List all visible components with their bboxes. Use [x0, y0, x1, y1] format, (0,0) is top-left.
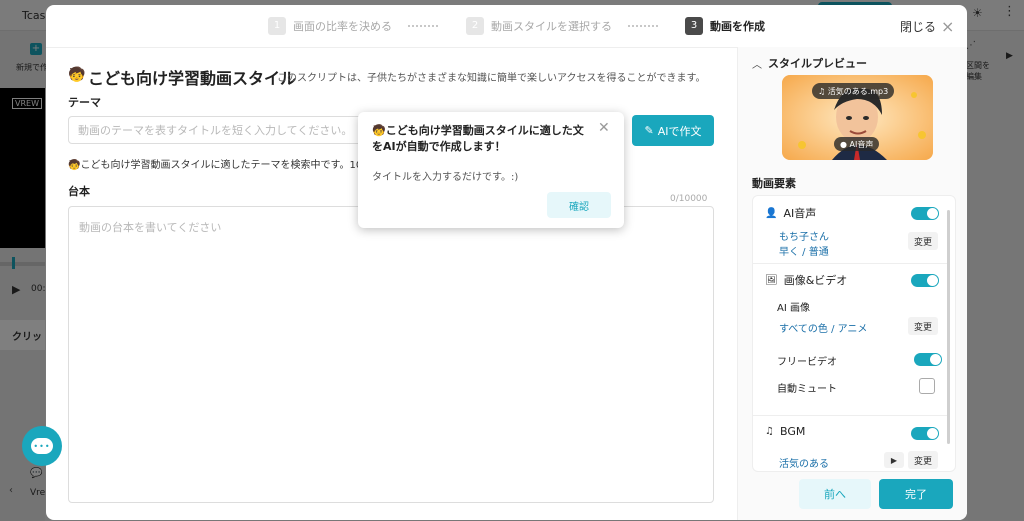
script-label: 台本 — [68, 185, 90, 198]
preview-ai-voice-badge: ● AI音声 — [834, 137, 880, 151]
preview-mp3-label: 活気のある.mp3 — [827, 86, 889, 96]
step-2-label: 動画スタイルを選択する — [491, 20, 612, 33]
style-preview-image[interactable]: ♫ 活気のある.mp3 ● AI音声 — [782, 75, 933, 160]
step-1-number: 1 — [268, 17, 286, 35]
ai-write-popup: 🧒こども向け学習動画スタイルに適した文をAIが自動で作成します！ ✕ タイトルを… — [358, 112, 624, 228]
child-emoji-icon: 🧒 — [68, 67, 86, 83]
chevron-up-icon: ︿ — [752, 59, 762, 71]
modal-header: 1 画面の比率を決める 2 動画スタイルを選択する 3 動画を作成 閉じる × — [46, 5, 967, 48]
script-char-counter: 0/10000 — [670, 194, 708, 204]
style-preview-toggle[interactable]: ︿ スタイルプレビュー — [752, 55, 867, 71]
image-change-button[interactable]: 変更 — [908, 317, 938, 335]
step-1-label: 画面の比率を決める — [293, 20, 392, 33]
bgm-toggle[interactable] — [911, 427, 939, 440]
media-label: 画像&ビデオ — [783, 274, 848, 287]
divider — [753, 263, 947, 264]
previous-button[interactable]: 前へ — [799, 479, 871, 509]
step-3-number: 3 — [685, 17, 703, 35]
person-voice-icon: ● — [840, 139, 850, 149]
close-button[interactable]: 閉じる × — [900, 18, 954, 35]
popup-message: タイトルを入力するだけです。:) — [372, 172, 519, 183]
step-separator — [408, 25, 438, 27]
step-2: 2 動画スタイルを選択する — [466, 16, 612, 36]
theme-search-status: 🧒こども向け学習動画スタイルに適したテーマを検索中です。10 — [68, 160, 363, 171]
bgm-row: ♫ BGM — [765, 425, 805, 438]
media-row: 🖼 画像&ビデオ — [765, 272, 847, 288]
music-note-icon: ♫ — [765, 426, 774, 437]
ai-voice-row: 👤 AI音声 — [765, 205, 816, 221]
theme-search-text: こども向け学習動画スタイルに適したテーマを検索中です。10 — [80, 160, 363, 171]
ai-write-label: AIで作文 — [657, 124, 702, 138]
divider — [753, 415, 947, 416]
popup-confirm-button[interactable]: 確認 — [547, 192, 611, 218]
popup-title: 🧒こども向け学習動画スタイルに適した文をAIが自動で作成します！ — [372, 124, 584, 153]
bgm-label: BGM — [779, 425, 806, 438]
popup-title-text: こども向け学習動画スタイルに適した文をAIが自動で作成します！ — [372, 124, 584, 153]
free-video-label: フリービデオ — [777, 357, 837, 368]
right-panel: ︿ スタイルプレビュー ♫ 活気のある.mp3 ● AI音声 動画要素 👤 AI… — [737, 47, 967, 520]
image-style-link[interactable]: すべての色 / アニメ — [779, 320, 867, 335]
auto-mute-checkbox[interactable] — [919, 378, 935, 394]
voice-speed-link[interactable]: 早く / 普通 — [779, 243, 829, 258]
video-elements-list: 👤 AI音声 もち子さん 早く / 普通 変更 🖼 画像&ビデオ AI 画像 す… — [752, 195, 956, 472]
elements-scrollbar[interactable] — [947, 210, 950, 444]
step-separator — [628, 25, 658, 27]
done-button[interactable]: 完了 — [879, 479, 953, 509]
magic-wand-icon: ✎ — [644, 124, 654, 137]
auto-mute-label: 自動ミュート — [777, 384, 837, 395]
theme-label: テーマ — [68, 96, 101, 109]
style-title: こども向け学習動画スタイル — [88, 69, 297, 88]
ai-write-button[interactable]: ✎ AIで作文 — [632, 115, 714, 146]
step-3: 3 動画を作成 — [685, 16, 765, 36]
step-1: 1 画面の比率を決める — [268, 16, 392, 36]
play-icon: ▶ — [890, 455, 898, 465]
bgm-track-link[interactable]: 活気のある — [779, 455, 829, 470]
media-toggle[interactable] — [911, 274, 939, 287]
close-icon[interactable]: × — [941, 18, 954, 34]
ai-voice-toggle[interactable] — [911, 207, 939, 220]
step-3-label: 動画を作成 — [710, 20, 765, 33]
free-video-toggle[interactable] — [914, 353, 942, 366]
step-2-number: 2 — [466, 17, 484, 35]
ai-voice-label: AI音声 — [783, 207, 817, 220]
create-video-modal: 1 画面の比率を決める 2 動画スタイルを選択する 3 動画を作成 閉じる × … — [46, 5, 967, 520]
voice-change-button[interactable]: 変更 — [908, 232, 938, 250]
preview-mp3-badge: ♫ 活気のある.mp3 — [812, 83, 895, 99]
ai-image-label: AI 画像 — [777, 303, 810, 314]
chat-support-button[interactable]: ••• — [22, 426, 62, 466]
video-elements-label: 動画要素 — [752, 177, 796, 190]
popup-close-icon[interactable]: ✕ — [598, 120, 610, 136]
style-preview-label: スタイルプレビュー — [768, 57, 867, 70]
close-label: 閉じる — [900, 20, 937, 34]
preview-ai-voice-label: AI音声 — [849, 139, 874, 149]
script-textarea[interactable] — [68, 206, 714, 503]
bgm-change-button[interactable]: 変更 — [908, 451, 938, 469]
music-note-icon: ♫ — [818, 86, 828, 96]
style-description: このスクリプトは、子供たちがさまざまな知識に簡単で楽しいアクセスを得ることができ… — [277, 73, 706, 84]
bgm-play-button[interactable]: ▶ — [884, 452, 904, 468]
chat-bubble-icon: ••• — [31, 438, 53, 454]
voice-name-link[interactable]: もち子さん — [779, 228, 829, 243]
image-video-icon: 🖼 — [765, 274, 778, 286]
speaker-person-icon: 👤 — [765, 207, 778, 219]
